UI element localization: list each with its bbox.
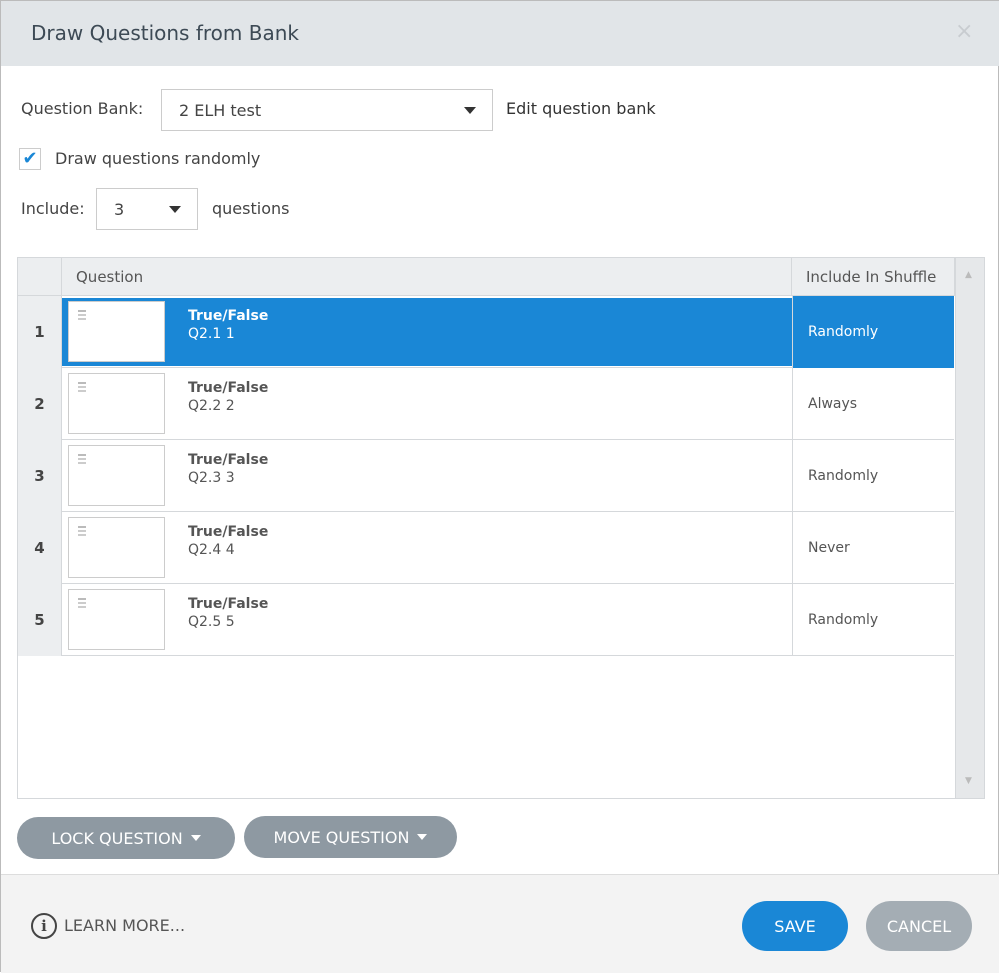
- question-bank-label: Question Bank:: [21, 99, 144, 118]
- chevron-down-icon: [464, 107, 476, 114]
- scrollbar[interactable]: ▲ ▼: [955, 258, 984, 798]
- include-count-select[interactable]: 3: [96, 188, 198, 230]
- shuffle-cell[interactable]: Always: [792, 368, 954, 440]
- row-number: 1: [18, 296, 62, 368]
- question-name: Q2.5 5: [188, 614, 235, 630]
- question-type: True/False: [188, 524, 269, 540]
- draw-randomly-label: Draw questions randomly: [55, 149, 261, 168]
- question-type: True/False: [188, 452, 269, 468]
- chevron-down-icon: [169, 206, 181, 213]
- table-row[interactable]: 1 True/False Q2.1 1 Randomly: [18, 296, 954, 368]
- row-number: 5: [18, 584, 62, 656]
- include-count-value: 3: [114, 199, 125, 219]
- shuffle-column-header[interactable]: Include In Shuffle: [792, 258, 955, 296]
- question-bank-value: 2 ELH test: [179, 100, 262, 120]
- row-number-header: [18, 258, 62, 296]
- question-name: Q2.2 2: [188, 398, 235, 414]
- dialog-header: Draw Questions from Bank ×: [1, 1, 999, 66]
- shuffle-cell[interactable]: Randomly: [792, 584, 954, 656]
- table-row[interactable]: 2 True/False Q2.2 2 Always: [18, 368, 954, 440]
- shuffle-cell[interactable]: Randomly: [792, 296, 954, 368]
- question-cell[interactable]: [62, 370, 792, 438]
- question-type: True/False: [188, 380, 269, 396]
- question-thumbnail: [68, 301, 165, 362]
- move-question-label: MOVE QUESTION: [273, 827, 410, 847]
- shuffle-cell[interactable]: Randomly: [792, 440, 954, 512]
- question-thumbnail: [68, 589, 165, 650]
- row-number: 4: [18, 512, 62, 584]
- cancel-button[interactable]: CANCEL: [866, 901, 972, 951]
- caret-down-icon: [417, 834, 428, 840]
- scroll-down-icon[interactable]: ▼: [965, 776, 972, 786]
- dialog-footer: i LEARN MORE... SAVE CANCEL: [1, 874, 999, 973]
- save-button[interactable]: SAVE: [742, 901, 848, 951]
- question-cell[interactable]: [62, 514, 792, 582]
- row-number: 3: [18, 440, 62, 512]
- table-row[interactable]: 3 True/False Q2.3 3 Randomly: [18, 440, 954, 512]
- shuffle-cell[interactable]: Never: [792, 512, 954, 584]
- question-name: Q2.3 3: [188, 470, 235, 486]
- question-bank-select[interactable]: 2 ELH test: [161, 89, 493, 131]
- row-number: 2: [18, 368, 62, 440]
- table-row[interactable]: 5 True/False Q2.5 5 Randomly: [18, 584, 954, 656]
- lock-question-button[interactable]: LOCK QUESTION: [17, 817, 235, 859]
- questions-suffix: questions: [212, 199, 290, 218]
- question-type: True/False: [188, 596, 269, 612]
- question-cell[interactable]: [62, 298, 792, 366]
- lock-question-label: LOCK QUESTION: [51, 828, 183, 848]
- info-icon[interactable]: i: [31, 913, 57, 939]
- draw-randomly-checkbox[interactable]: ✔: [19, 148, 41, 170]
- question-type: True/False: [188, 308, 269, 324]
- dialog-title: Draw Questions from Bank: [31, 21, 299, 45]
- edit-question-bank-link[interactable]: Edit question bank: [506, 99, 656, 118]
- move-question-button[interactable]: MOVE QUESTION: [244, 816, 457, 858]
- scroll-up-icon[interactable]: ▲: [965, 270, 972, 280]
- caret-down-icon: [190, 835, 201, 841]
- question-thumbnail: [68, 517, 165, 578]
- question-thumbnail: [68, 373, 165, 434]
- question-cell[interactable]: [62, 586, 792, 654]
- question-name: Q2.1 1: [188, 326, 235, 342]
- question-column-header[interactable]: Question: [62, 258, 792, 296]
- question-cell[interactable]: [62, 442, 792, 510]
- close-icon[interactable]: ×: [955, 19, 973, 44]
- questions-table: Question Include In Shuffle 1 True/False…: [17, 257, 985, 799]
- table-row[interactable]: 4 True/False Q2.4 4 Never: [18, 512, 954, 584]
- learn-more-link[interactable]: LEARN MORE...: [64, 916, 185, 935]
- question-thumbnail: [68, 445, 165, 506]
- question-name: Q2.4 4: [188, 542, 235, 558]
- include-label: Include:: [21, 199, 85, 218]
